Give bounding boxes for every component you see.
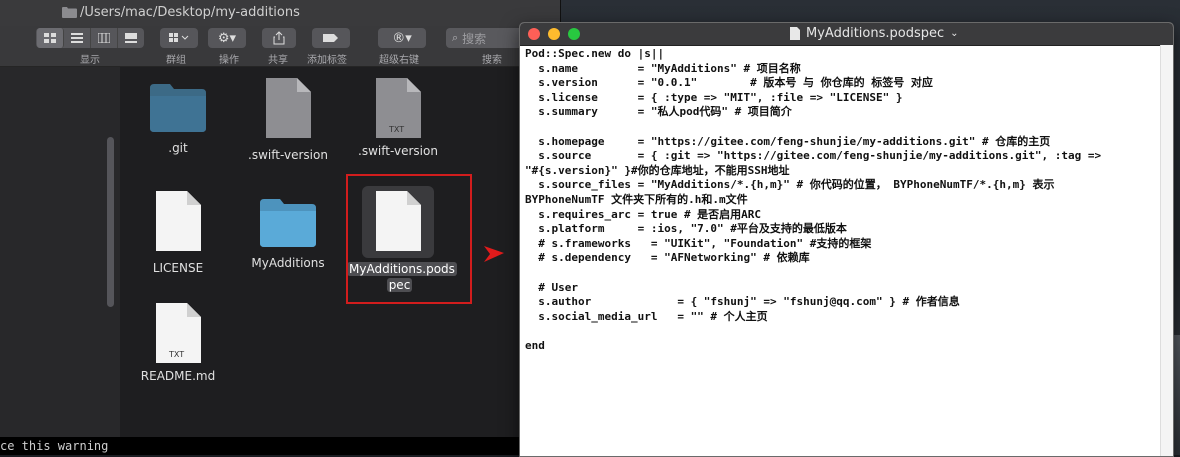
editor-titlebar[interactable]: MyAdditions.podspec ⌄: [520, 23, 1173, 46]
zoom-button[interactable]: [568, 28, 580, 40]
document-icon: [790, 27, 800, 40]
code-line[interactable]: [525, 266, 1155, 281]
code-line[interactable]: s.source = { :git => "https://gitee.com/…: [525, 149, 1155, 164]
superright-label: 超级右键: [379, 55, 419, 66]
document-icon: [266, 78, 311, 138]
code-line[interactable]: s.name = "MyAdditions" # 项目名称: [525, 62, 1155, 77]
group-grid-icon: [169, 33, 189, 42]
close-button[interactable]: [528, 28, 540, 40]
code-line[interactable]: # User: [525, 281, 1155, 296]
terminal-output-line: ce this warning: [0, 437, 520, 455]
code-line[interactable]: s.source_files = "MyAdditions/*.{h,m}" #…: [525, 178, 1155, 193]
txt-badge: TXT: [389, 125, 405, 134]
code-line[interactable]: s.homepage = "https://gitee.com/feng-shu…: [525, 135, 1155, 150]
search-icon: ⌕: [452, 31, 459, 44]
editor-text-area[interactable]: Pod::Spec.new do |s|| s.name = "MyAdditi…: [525, 47, 1155, 452]
code-line[interactable]: # s.frameworks = "UIKit", "Foundation" #…: [525, 237, 1155, 252]
code-line[interactable]: # s.dependency = "AFNetworking" # 依赖库: [525, 251, 1155, 266]
editor-title[interactable]: MyAdditions.podspec ⌄: [790, 26, 959, 41]
code-line[interactable]: s.requires_arc = true # 是否启用ARC: [525, 208, 1155, 223]
file-name: MyAdditions: [251, 256, 325, 270]
finder-path-title: /Users/mac/Desktop/my-additions: [80, 5, 300, 20]
code-line[interactable]: s.social_media_url = "" # 个人主页: [525, 310, 1155, 325]
search-placeholder: 搜索: [462, 31, 487, 46]
file-item-swift-version[interactable]: .swift-version: [233, 77, 343, 163]
file-item-swift-version-txt[interactable]: TXT .swift-version: [343, 77, 453, 159]
editor-scrollbar[interactable]: [1160, 45, 1173, 456]
document-icon: [156, 191, 201, 251]
annotation-highlight-box: [346, 174, 472, 304]
txt-badge: TXT: [169, 350, 185, 359]
text-editor-window: MyAdditions.podspec ⌄ Pod::Spec.new do |…: [519, 22, 1174, 457]
file-name: .git: [168, 141, 188, 155]
minimize-button[interactable]: [548, 28, 560, 40]
file-item-license[interactable]: LICENSE: [123, 190, 233, 276]
annotation-arrow-icon: [484, 246, 504, 262]
code-line[interactable]: end: [525, 339, 1155, 354]
list-view-button[interactable]: [64, 28, 91, 48]
share-button[interactable]: [262, 28, 296, 48]
file-name: README.md: [140, 369, 216, 383]
file-item-git[interactable]: .git: [123, 80, 233, 156]
gallery-icon: [124, 33, 137, 43]
tag-label: 添加标签: [307, 55, 347, 66]
code-line[interactable]: Pod::Spec.new do |s||: [525, 47, 1155, 62]
tag-icon: [323, 34, 338, 42]
grid-icon: [43, 33, 56, 43]
registered-icon: ®▾: [392, 30, 412, 46]
finder-toolbar: 显示 群组 ⚙▾ 操作 共享 添加标签 ®▾ 超级右键 ⌕ 搜索 搜索: [0, 26, 560, 67]
gallery-view-button[interactable]: [118, 28, 144, 48]
code-line[interactable]: [525, 120, 1155, 135]
file-name: .swift-version: [248, 148, 328, 162]
icon-view-button[interactable]: [36, 28, 64, 48]
group-button[interactable]: [160, 28, 198, 48]
sidebar-scrollbar[interactable]: [107, 137, 114, 307]
list-icon: [70, 33, 83, 43]
share-icon: [273, 31, 285, 45]
code-line[interactable]: BYPhoneNumTF 文件夹下所有的.h和.m文件: [525, 193, 1155, 208]
share-label: 共享: [268, 55, 288, 66]
tag-button[interactable]: [312, 28, 350, 48]
superright-button[interactable]: ®▾: [378, 28, 426, 48]
finder-window: /Users/mac/Desktop/my-additions 显示 群组 ⚙▾…: [0, 0, 561, 455]
view-mode-segmented-control[interactable]: [36, 28, 144, 48]
folder-icon: [62, 7, 77, 18]
finder-sidebar[interactable]: [0, 67, 121, 437]
action-label: 操作: [219, 55, 239, 66]
gear-icon: ⚙▾: [217, 30, 237, 46]
column-view-button[interactable]: [91, 28, 118, 48]
chevron-down-icon: ⌄: [950, 28, 959, 39]
file-name: .swift-version: [358, 144, 438, 158]
file-item-readme[interactable]: TXT README.md: [123, 302, 233, 384]
group-label: 群组: [166, 55, 186, 66]
file-name: LICENSE: [152, 261, 204, 275]
file-item-myadditions-folder[interactable]: MyAdditions: [233, 195, 343, 271]
action-button[interactable]: ⚙▾: [208, 28, 246, 48]
code-line[interactable]: s.license = { :type => "MIT", :file => "…: [525, 91, 1155, 106]
folder-icon: [260, 199, 316, 247]
finder-titlebar[interactable]: /Users/mac/Desktop/my-additions: [0, 0, 560, 27]
code-line[interactable]: [525, 324, 1155, 339]
code-line[interactable]: s.author = { "fshunj" => "fshunj@qq.com"…: [525, 295, 1155, 310]
search-label: 搜索: [482, 55, 502, 66]
folder-icon: [150, 84, 206, 132]
editor-title-text: MyAdditions.podspec: [806, 26, 945, 41]
code-line[interactable]: s.version = "0.0.1" # 版本号 与 你仓库的 标签号 对应: [525, 76, 1155, 91]
view-label: 显示: [80, 55, 100, 66]
code-line[interactable]: s.summary = "私人pod代码" # 项目简介: [525, 105, 1155, 120]
code-line[interactable]: "#{s.version}" }#你的仓库地址，不能用SSH地址: [525, 164, 1155, 179]
columns-icon: [97, 33, 110, 43]
code-line[interactable]: s.platform = :ios, "7.0" #平台及支持的最低版本: [525, 222, 1155, 237]
